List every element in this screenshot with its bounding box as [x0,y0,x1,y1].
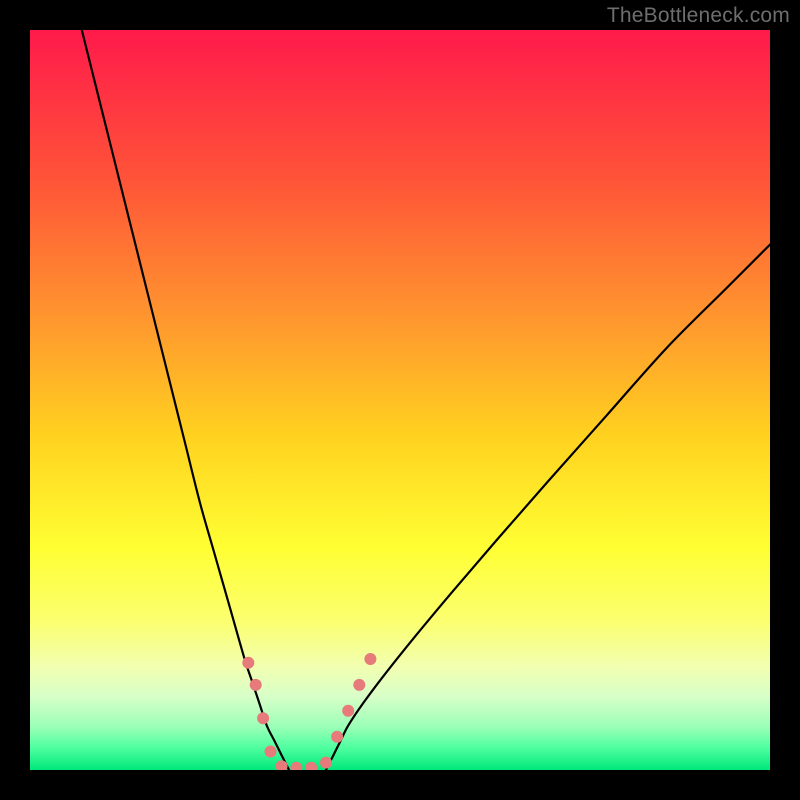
threshold-dot [290,762,302,770]
curve-left-branch [82,30,289,770]
threshold-dot [342,705,354,717]
threshold-dot [257,712,269,724]
curve-right-branch [326,245,770,770]
threshold-dot [305,762,317,770]
threshold-dot [265,746,277,758]
plot-area [30,30,770,770]
threshold-dot [320,757,332,769]
watermark-text: TheBottleneck.com [607,4,790,28]
curves-layer [30,30,770,770]
threshold-dot [250,679,262,691]
threshold-dot [364,653,376,665]
threshold-dot [353,679,365,691]
threshold-dot [242,657,254,669]
chart-frame: TheBottleneck.com [0,0,800,800]
threshold-dot [331,731,343,743]
